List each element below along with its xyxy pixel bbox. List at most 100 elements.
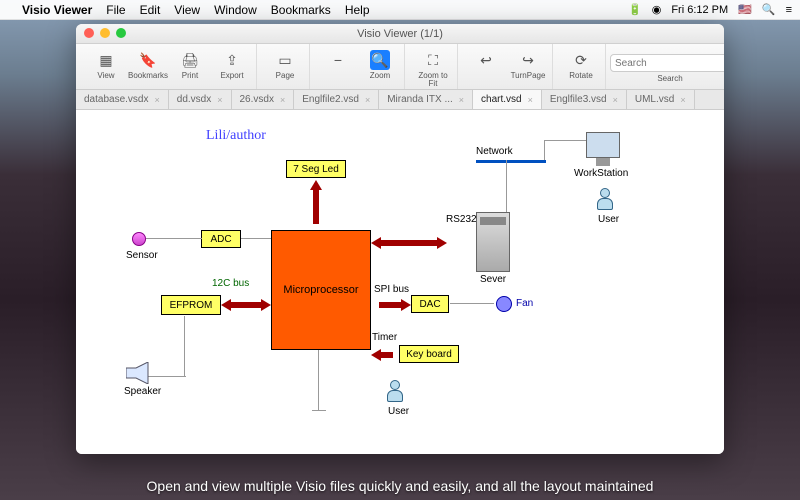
menu-window[interactable]: Window bbox=[214, 3, 257, 17]
fan-shape bbox=[496, 296, 512, 312]
spotlight-icon[interactable]: 🔍 bbox=[762, 3, 776, 16]
menu-view[interactable]: View bbox=[174, 3, 200, 17]
zoom-out-icon: − bbox=[328, 50, 348, 70]
fit-icon: ⛶ bbox=[423, 50, 443, 70]
dac-block: DAC bbox=[411, 295, 449, 313]
wire bbox=[318, 350, 319, 410]
arrow-right-icon bbox=[401, 299, 411, 311]
clock[interactable]: Fri 6:12 PM bbox=[671, 4, 728, 16]
menu-help[interactable]: Help bbox=[345, 3, 370, 17]
tab-document[interactable]: dd.vsdx × bbox=[169, 90, 232, 109]
wire bbox=[241, 238, 271, 239]
user-shape bbox=[386, 380, 404, 402]
zoom-to-fit-button[interactable]: ⛶Zoom to Fit bbox=[413, 48, 453, 90]
page-button[interactable]: ▭Page bbox=[265, 48, 305, 82]
window-close-button[interactable] bbox=[84, 28, 94, 38]
menu-file[interactable]: File bbox=[106, 3, 125, 17]
server-shape bbox=[476, 212, 510, 272]
keyboard-block: Key board bbox=[399, 345, 459, 363]
bookmarks-button[interactable]: 🔖Bookmarks bbox=[128, 48, 168, 82]
workstation-shape bbox=[586, 132, 620, 166]
search-label: Search bbox=[657, 74, 682, 83]
document-tabs: database.vsdx×dd.vsdx×26.vsdx×Englfile2.… bbox=[76, 90, 724, 110]
zoom-in-icon: 🔍 bbox=[370, 50, 390, 70]
tab-close-icon[interactable]: × bbox=[155, 95, 160, 105]
prev-page-button[interactable]: ↩ bbox=[466, 48, 506, 82]
arrow-up-icon bbox=[310, 180, 322, 190]
tab-label: 26.vsdx bbox=[240, 94, 274, 105]
user-label-2: User bbox=[388, 406, 409, 417]
tab-document[interactable]: Englfile2.vsd× bbox=[294, 90, 379, 109]
tab-document[interactable]: 26.vsdx × bbox=[232, 90, 295, 109]
bookmark-icon: 🔖 bbox=[138, 50, 158, 70]
tab-close-icon[interactable]: × bbox=[680, 95, 685, 105]
tab-label: database.vsdx bbox=[84, 94, 149, 105]
print-button[interactable]: 🖨Print bbox=[170, 48, 210, 82]
app-name[interactable]: Visio Viewer bbox=[22, 3, 92, 17]
tab-close-icon[interactable]: × bbox=[280, 95, 285, 105]
tab-document[interactable]: Englfile3.vsd × bbox=[542, 90, 627, 109]
toolbar: ▦View 🔖Bookmarks 🖨Print ⇪Export ▭Page − … bbox=[76, 44, 724, 90]
wire bbox=[544, 140, 588, 141]
spi-label: SPI bus bbox=[374, 284, 409, 295]
microprocessor-block: Microprocessor bbox=[271, 230, 371, 350]
arrow-right-icon: ↪ bbox=[518, 50, 538, 70]
battery-icon[interactable]: 🔋 bbox=[628, 3, 642, 16]
wire bbox=[146, 238, 202, 239]
printer-icon: 🖨 bbox=[180, 50, 200, 70]
speaker-shape bbox=[126, 362, 152, 384]
network-cable bbox=[476, 160, 546, 163]
rotate-button[interactable]: ⟳Rotate bbox=[561, 48, 601, 82]
network-label: Network bbox=[476, 146, 513, 157]
tab-close-icon[interactable]: × bbox=[459, 95, 464, 105]
tab-label: Miranda ITX ... bbox=[387, 94, 453, 105]
tab-document[interactable]: Miranda ITX ... × bbox=[379, 90, 473, 109]
grid-icon: ▦ bbox=[96, 50, 116, 70]
page-icon: ▭ bbox=[275, 50, 295, 70]
wire bbox=[544, 140, 545, 160]
menu-edit[interactable]: Edit bbox=[140, 3, 161, 17]
export-icon: ⇪ bbox=[222, 50, 242, 70]
arrow-left-icon: ↩ bbox=[476, 50, 496, 70]
wire bbox=[146, 376, 186, 377]
wire bbox=[184, 316, 185, 376]
author-label: Lili/author bbox=[206, 128, 266, 144]
workstation-label: WorkStation bbox=[574, 168, 628, 179]
window-titlebar: Visio Viewer (1/1) bbox=[76, 24, 724, 44]
wire bbox=[312, 410, 326, 411]
tab-close-icon[interactable]: × bbox=[613, 95, 618, 105]
tab-close-icon[interactable]: × bbox=[365, 95, 370, 105]
menu-extra-icon[interactable]: ≡ bbox=[786, 4, 792, 16]
arrow-left-icon bbox=[371, 349, 381, 361]
tab-document[interactable]: chart.vsd × bbox=[473, 90, 542, 109]
document-canvas[interactable]: Lili/author Microprocessor 7 Seg Led ADC… bbox=[76, 110, 724, 454]
tab-label: UML.vsd bbox=[635, 94, 674, 105]
arrow-shaft bbox=[313, 188, 319, 224]
wire bbox=[506, 160, 507, 212]
search-input[interactable] bbox=[610, 54, 724, 72]
speaker-label: Speaker bbox=[124, 386, 161, 397]
arrow-left-icon bbox=[221, 299, 231, 311]
app-window: Visio Viewer (1/1) ▦View 🔖Bookmarks 🖨Pri… bbox=[76, 24, 724, 454]
export-button[interactable]: ⇪Export bbox=[212, 48, 252, 82]
desktop: Visio Viewer File Edit View Window Bookm… bbox=[0, 0, 800, 500]
next-page-button[interactable]: ↪TurnPage bbox=[508, 48, 548, 82]
view-button[interactable]: ▦View bbox=[86, 48, 126, 82]
tab-label: dd.vsdx bbox=[177, 94, 211, 105]
menu-bookmarks[interactable]: Bookmarks bbox=[271, 3, 331, 17]
tab-label: chart.vsd bbox=[481, 94, 522, 105]
tab-document[interactable]: UML.vsd × bbox=[627, 90, 695, 109]
tab-document[interactable]: database.vsdx × bbox=[76, 90, 169, 109]
user-shape bbox=[596, 188, 614, 210]
arrow-shaft bbox=[379, 240, 439, 246]
tab-close-icon[interactable]: × bbox=[528, 95, 533, 105]
tab-label: Englfile3.vsd bbox=[550, 94, 607, 105]
wifi-icon[interactable]: ◉ bbox=[652, 3, 662, 16]
zoom-out-button[interactable]: − bbox=[318, 48, 358, 82]
window-zoom-button[interactable] bbox=[116, 28, 126, 38]
window-minimize-button[interactable] bbox=[100, 28, 110, 38]
tab-close-icon[interactable]: × bbox=[217, 95, 222, 105]
flag-icon[interactable]: 🇺🇸 bbox=[738, 3, 752, 16]
zoom-in-button[interactable]: 🔍Zoom bbox=[360, 48, 400, 82]
window-title: Visio Viewer (1/1) bbox=[357, 28, 443, 40]
